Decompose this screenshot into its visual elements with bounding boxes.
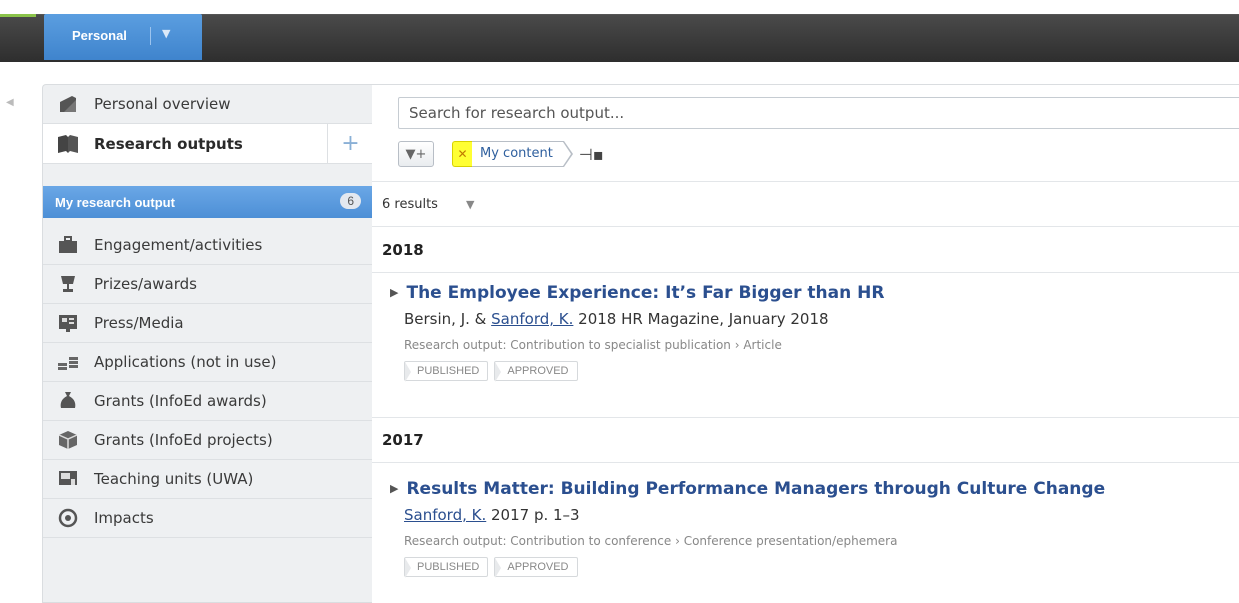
divider: [150, 27, 151, 45]
pin-icon[interactable]: ⊣▪: [579, 145, 604, 164]
output-type: Research output: Contribution to special…: [404, 338, 782, 352]
byline-authors: Bersin, J. &: [404, 310, 492, 328]
sidebar: Personal overview Research outputs + Eng…: [42, 84, 381, 603]
briefcase-icon: [57, 234, 79, 256]
filter-bar: ▼+ ✕ My content ⊣▪: [398, 140, 604, 168]
sidebar-item-teaching[interactable]: Teaching units (UWA): [43, 460, 373, 499]
sidebar-item-impacts[interactable]: Impacts: [43, 499, 373, 538]
expand-icon[interactable]: ▶: [390, 482, 398, 495]
year-heading: 2018: [372, 227, 1239, 273]
sidebar-item-label: Personal overview: [94, 95, 231, 113]
filter-chip-label: My content: [472, 141, 564, 167]
search-input[interactable]: [398, 97, 1239, 129]
status-tags: PUBLISHED APPROVED: [404, 557, 584, 578]
sidebar-item-engagement[interactable]: Engagement/activities: [43, 226, 373, 265]
sidebar-item-grants-awards[interactable]: Grants (InfoEd awards): [43, 382, 373, 421]
output-title-text[interactable]: The Employee Experience: It’s Far Bigger…: [406, 283, 884, 303]
books-icon: [57, 133, 79, 155]
byline: Bersin, J. & Sanford, K. 2018 HR Magazin…: [404, 310, 829, 328]
top-bar: Personal ▼: [0, 0, 1239, 62]
author-link[interactable]: Sanford, K.: [404, 506, 486, 524]
sidebar-item-label: Impacts: [94, 509, 154, 527]
add-research-output-button[interactable]: +: [327, 124, 373, 163]
byline-details: 2017 p. 1–3: [486, 506, 580, 524]
year-heading: 2017: [372, 417, 1239, 463]
results-count: 6 results: [382, 196, 438, 212]
output-type: Research output: Contribution to confere…: [404, 534, 898, 548]
subitem-label: My research output: [55, 194, 175, 210]
sort-dropdown-icon[interactable]: ▼: [466, 198, 474, 211]
author-link[interactable]: Sanford, K.: [491, 310, 573, 328]
chip-arrow: [562, 141, 573, 167]
sidebar-item-grants-projects[interactable]: Grants (InfoEd projects): [43, 421, 373, 460]
sidebar-item-label: Grants (InfoEd projects): [94, 431, 273, 449]
count-badge: 6: [340, 193, 361, 209]
status-tags: PUBLISHED APPROVED: [404, 361, 584, 382]
sidebar-item-label: Press/Media: [94, 314, 184, 332]
results-bar: 6 results ▼: [372, 181, 1239, 227]
sidebar-item-prizes[interactable]: Prizes/awards: [43, 265, 373, 304]
sidebar-item-label: Engagement/activities: [94, 236, 263, 254]
newspaper-icon: [57, 312, 79, 334]
brand-accent: [0, 14, 36, 17]
status-badge: PUBLISHED: [404, 361, 489, 382]
overview-icon: [57, 93, 79, 115]
status-badge: PUBLISHED: [404, 557, 489, 578]
sidebar-item-applications[interactable]: Applications (not in use): [43, 343, 373, 382]
output-title-text[interactable]: Results Matter: Building Performance Man…: [406, 479, 1105, 499]
sidebar-item-label: Research outputs: [94, 134, 243, 153]
chevron-down-icon[interactable]: ▼: [162, 27, 170, 40]
coins-icon: [57, 351, 79, 373]
filter-plus-icon: ▼+: [405, 146, 427, 162]
status-badge: APPROVED: [494, 361, 578, 382]
sidebar-item-label: Applications (not in use): [94, 353, 277, 371]
classroom-icon: [57, 468, 79, 490]
money-bag-icon: [57, 390, 79, 412]
sidebar-item-press[interactable]: Press/Media: [43, 304, 373, 343]
collapse-sidebar-icon[interactable]: ◀: [6, 97, 14, 108]
context-switcher[interactable]: Personal ▼: [44, 14, 202, 60]
status-badge: APPROVED: [494, 557, 578, 578]
expand-icon[interactable]: ▶: [390, 286, 398, 299]
package-icon: [57, 429, 79, 451]
filter-chip[interactable]: ✕ My content: [452, 141, 573, 167]
output-title[interactable]: ▶ The Employee Experience: It’s Far Bigge…: [390, 283, 884, 303]
sidebar-item-research-outputs[interactable]: Research outputs +: [43, 124, 373, 164]
byline-details: 2018 HR Magazine, January 2018: [573, 310, 829, 328]
output-title[interactable]: ▶ Results Matter: Building Performance Ma…: [390, 479, 1105, 499]
sidebar-item-label: Prizes/awards: [94, 275, 197, 293]
main-content: ▼+ ✕ My content ⊣▪ 6 results ▼ 2018 ▶ The…: [372, 84, 1239, 603]
byline: Sanford, K. 2017 p. 1–3: [404, 506, 580, 524]
remove-filter-icon[interactable]: ✕: [452, 141, 472, 167]
sidebar-item-personal-overview[interactable]: Personal overview: [43, 85, 373, 124]
trophy-icon: [57, 273, 79, 295]
sidebar-item-label: Teaching units (UWA): [94, 470, 254, 488]
add-filter-button[interactable]: ▼+: [398, 141, 434, 167]
target-icon: [57, 507, 79, 529]
sidebar-subitem-my-research-output[interactable]: My research output 6: [43, 186, 381, 218]
context-label: Personal: [72, 28, 127, 43]
sidebar-item-label: Grants (InfoEd awards): [94, 392, 267, 410]
